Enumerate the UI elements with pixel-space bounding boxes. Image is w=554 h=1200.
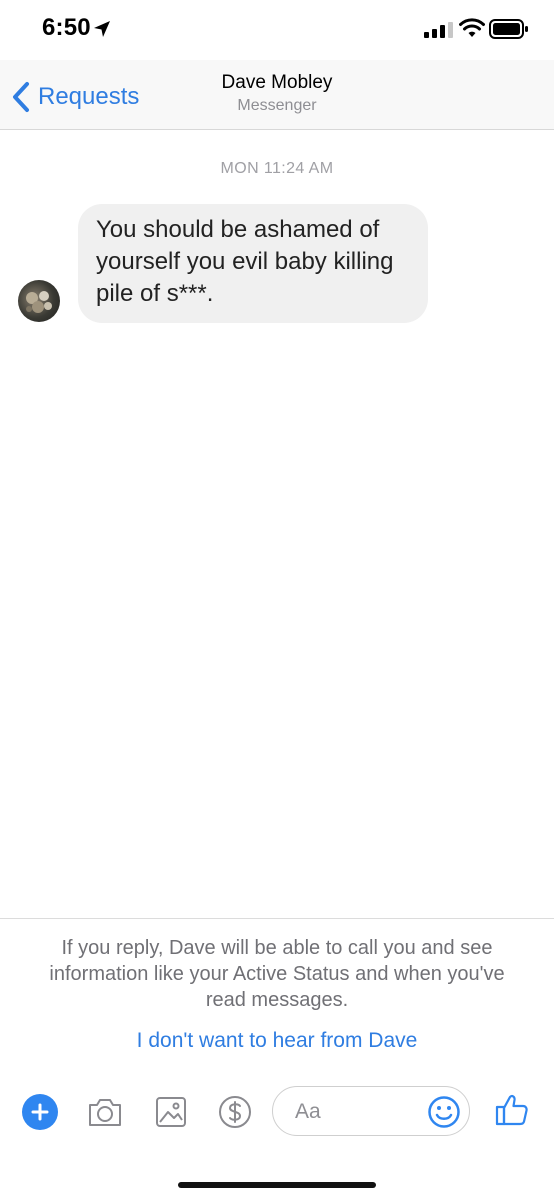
message-timestamp: MON 11:24 AM <box>220 160 334 177</box>
camera-icon[interactable] <box>86 1094 124 1130</box>
navigation-bar: Requests Dave Mobley Messenger <box>0 60 554 130</box>
location-arrow-icon <box>94 21 110 37</box>
dollar-icon[interactable] <box>216 1094 254 1130</box>
message-bubble[interactable]: You should be ashamed of yourself you ev… <box>78 204 428 323</box>
thumbs-up-icon[interactable] <box>494 1092 530 1128</box>
cellular-signal-icon <box>424 22 453 38</box>
contact-subtitle: Messenger <box>237 97 317 114</box>
avatar[interactable] <box>18 280 60 322</box>
status-bar: 6:50 <box>0 0 554 60</box>
message-text: You should be ashamed of yourself you ev… <box>96 216 394 307</box>
battery-icon <box>489 19 528 39</box>
emoji-icon[interactable] <box>427 1095 461 1129</box>
home-indicator[interactable] <box>178 1182 376 1188</box>
more-actions-button[interactable] <box>22 1094 58 1130</box>
divider <box>0 918 554 919</box>
contact-name: Dave Mobley <box>221 72 333 93</box>
plus-icon <box>31 1103 49 1121</box>
wifi-icon <box>459 18 485 37</box>
gallery-icon[interactable] <box>152 1094 190 1130</box>
ignore-sender-link[interactable]: I don't want to hear from Dave <box>0 1029 554 1053</box>
status-time: 6:50 <box>42 14 91 41</box>
request-notice-text: If you reply, Dave will be able to call … <box>49 937 505 1011</box>
message-input-placeholder: Aa <box>295 1100 321 1123</box>
composer-bar: Aa <box>0 1080 554 1142</box>
avatar-image <box>26 291 52 313</box>
message-input[interactable]: Aa <box>272 1086 470 1136</box>
